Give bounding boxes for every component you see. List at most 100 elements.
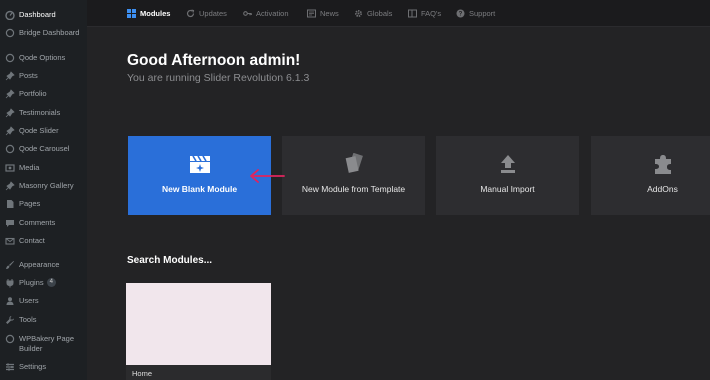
news-icon xyxy=(307,9,316,18)
help-icon: ? xyxy=(456,9,465,18)
puzzle-icon xyxy=(651,153,675,175)
brush-icon xyxy=(5,260,15,270)
sidebar-item-comments[interactable]: Comments xyxy=(0,218,87,228)
sidebar-item-dashboard[interactable]: Dashboard xyxy=(0,10,87,20)
pin-icon xyxy=(5,181,15,191)
faq-icon xyxy=(408,9,417,18)
gear-icon xyxy=(354,9,363,18)
circle-icon xyxy=(5,144,15,154)
tab-modules[interactable]: Modules xyxy=(127,0,170,27)
sidebar-item-bridge-dashboard[interactable]: Bridge Dashboard xyxy=(0,28,87,38)
sidebar-item-qode-slider[interactable]: Qode Slider xyxy=(0,126,87,136)
greeting-title: Good Afternoon admin! xyxy=(127,52,301,69)
module-card-home[interactable]: Home xyxy=(126,283,271,380)
admin-sidebar: Dashboard Bridge Dashboard Qode Options … xyxy=(0,0,87,380)
sidebar-item-label: Portfolio xyxy=(19,89,47,98)
manual-import-button[interactable]: Manual Import xyxy=(436,136,579,215)
sidebar-item-label: Dashboard xyxy=(19,10,56,19)
card-label: New Blank Module xyxy=(161,184,238,194)
sidebar-item-users[interactable]: Users xyxy=(0,296,87,306)
sidebar-item-qode-options[interactable]: Qode Options xyxy=(0,53,87,63)
template-cards-icon xyxy=(342,153,366,175)
sidebar-item-wpbakery[interactable]: WPBakery Page Builder xyxy=(0,334,87,354)
sidebar-item-pages[interactable]: Pages xyxy=(0,199,87,209)
sidebar-item-label: Contact xyxy=(19,236,45,245)
search-modules-heading: Search Modules... xyxy=(127,255,213,266)
sidebar-item-label: Pages xyxy=(19,199,41,208)
sidebar-item-posts[interactable]: Posts xyxy=(0,71,87,81)
sidebar-item-label: Qode Options xyxy=(19,53,66,62)
wrench-icon xyxy=(5,315,15,325)
pointer-arrow-icon xyxy=(250,169,285,183)
sidebar-item-label: Plugins xyxy=(19,278,44,287)
tab-updates[interactable]: Updates xyxy=(186,0,227,27)
refresh-icon xyxy=(186,9,195,18)
tab-activation[interactable]: Activation xyxy=(243,0,289,27)
pin-icon xyxy=(5,126,15,136)
card-label: Manual Import xyxy=(480,184,535,194)
sidebar-item-label: Bridge Dashboard xyxy=(19,28,80,37)
tab-support[interactable]: ? Support xyxy=(456,0,495,27)
plugins-update-badge: 4 xyxy=(46,278,56,287)
pin-icon xyxy=(5,71,15,81)
card-label: AddOns xyxy=(647,184,678,194)
addons-button[interactable]: AddOns xyxy=(591,136,710,215)
pin-icon xyxy=(5,89,15,99)
sidebar-item-contact[interactable]: Contact xyxy=(0,236,87,246)
key-icon xyxy=(243,9,252,18)
sidebar-item-label: WPBakery Page Builder xyxy=(19,334,75,353)
circle-icon xyxy=(5,334,15,344)
sidebar-item-label: Qode Carousel xyxy=(19,144,70,153)
tab-label: Modules xyxy=(140,9,171,18)
upload-icon xyxy=(498,153,518,175)
sidebar-item-media[interactable]: Media xyxy=(0,163,87,173)
sidebar-item-label: Masonry Gallery xyxy=(19,181,74,190)
pin-icon xyxy=(5,108,15,118)
greeting-subtitle: You are running Slider Revolution 6.1.3 xyxy=(127,72,310,84)
sidebar-item-label: Posts xyxy=(19,71,38,80)
card-label: New Module from Template xyxy=(301,184,406,194)
clapper-sparkle-icon xyxy=(188,153,212,175)
slider-revolution-topnav: Modules Updates Activation News Globals … xyxy=(87,0,710,27)
sidebar-item-label: Users xyxy=(19,296,39,305)
user-icon xyxy=(5,296,15,306)
tab-news[interactable]: News xyxy=(307,0,339,27)
sidebar-item-label: Settings xyxy=(19,362,47,371)
tab-label: News xyxy=(320,9,339,18)
grid-icon xyxy=(127,9,136,18)
sidebar-item-masonry-gallery[interactable]: Masonry Gallery xyxy=(0,181,87,191)
media-icon xyxy=(5,163,15,173)
sidebar-item-settings[interactable]: Settings xyxy=(0,362,87,372)
sidebar-item-portfolio[interactable]: Portfolio xyxy=(0,89,87,99)
sidebar-item-testimonials[interactable]: Testimonials xyxy=(0,108,87,118)
sidebar-item-plugins[interactable]: Plugins 4 xyxy=(0,278,87,288)
tab-label: Updates xyxy=(199,9,227,18)
sidebar-item-qode-carousel[interactable]: Qode Carousel xyxy=(0,144,87,154)
tab-label: FAQ's xyxy=(421,9,442,18)
sidebar-item-label: Testimonials xyxy=(19,108,61,117)
dashboard-icon xyxy=(5,10,15,20)
module-name: Home xyxy=(132,369,153,378)
tab-globals[interactable]: Globals xyxy=(354,0,392,27)
comment-icon xyxy=(5,218,15,228)
tab-label: Globals xyxy=(367,9,393,18)
sidebar-item-tools[interactable]: Tools xyxy=(0,315,87,325)
sidebar-item-label: Qode Slider xyxy=(19,126,59,135)
circle-icon xyxy=(5,53,15,63)
svg-text:?: ? xyxy=(459,12,463,18)
tab-label: Support xyxy=(469,9,496,18)
sidebar-item-label: Tools xyxy=(19,315,37,324)
settings-icon xyxy=(5,362,15,372)
new-module-from-template-button[interactable]: New Module from Template xyxy=(282,136,425,215)
module-preview-image xyxy=(126,283,271,365)
plug-icon xyxy=(5,278,15,288)
sidebar-item-appearance[interactable]: Appearance xyxy=(0,260,87,270)
mail-icon xyxy=(5,236,15,246)
sidebar-item-label: Media xyxy=(19,163,40,172)
sidebar-item-label: Appearance xyxy=(19,260,60,269)
page-icon xyxy=(5,199,15,209)
sidebar-item-label: Comments xyxy=(19,218,56,227)
tab-faqs[interactable]: FAQ's xyxy=(408,0,441,27)
tab-label: Activation xyxy=(256,9,289,18)
circle-icon xyxy=(5,28,15,38)
